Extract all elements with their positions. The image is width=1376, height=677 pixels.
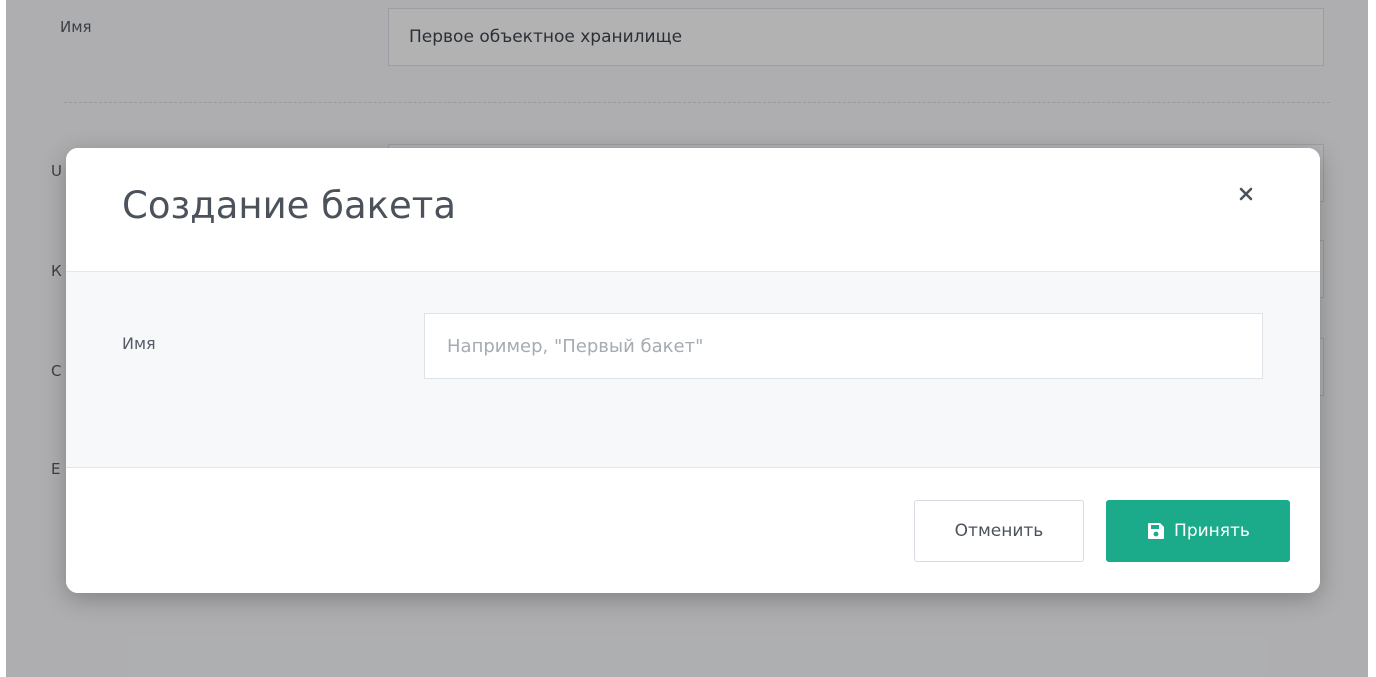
modal-title: Создание бакета — [122, 184, 456, 227]
bucket-name-label: Имя — [122, 334, 156, 353]
cancel-button-label: Отменить — [954, 521, 1044, 541]
save-icon — [1146, 521, 1166, 541]
close-icon[interactable] — [1232, 180, 1260, 208]
bucket-name-input[interactable] — [424, 313, 1263, 379]
cancel-button[interactable]: Отменить — [914, 500, 1084, 562]
edge-left — [0, 0, 6, 677]
edge-right — [1368, 0, 1376, 677]
modal-body: Имя — [66, 272, 1320, 468]
modal-footer: Отменить Принять — [66, 468, 1320, 593]
modal-header: Создание бакета — [66, 148, 1320, 272]
create-bucket-modal: Создание бакета Имя Отменить Принять — [66, 148, 1320, 593]
accept-button[interactable]: Принять — [1106, 500, 1290, 562]
accept-button-label: Принять — [1174, 521, 1250, 541]
